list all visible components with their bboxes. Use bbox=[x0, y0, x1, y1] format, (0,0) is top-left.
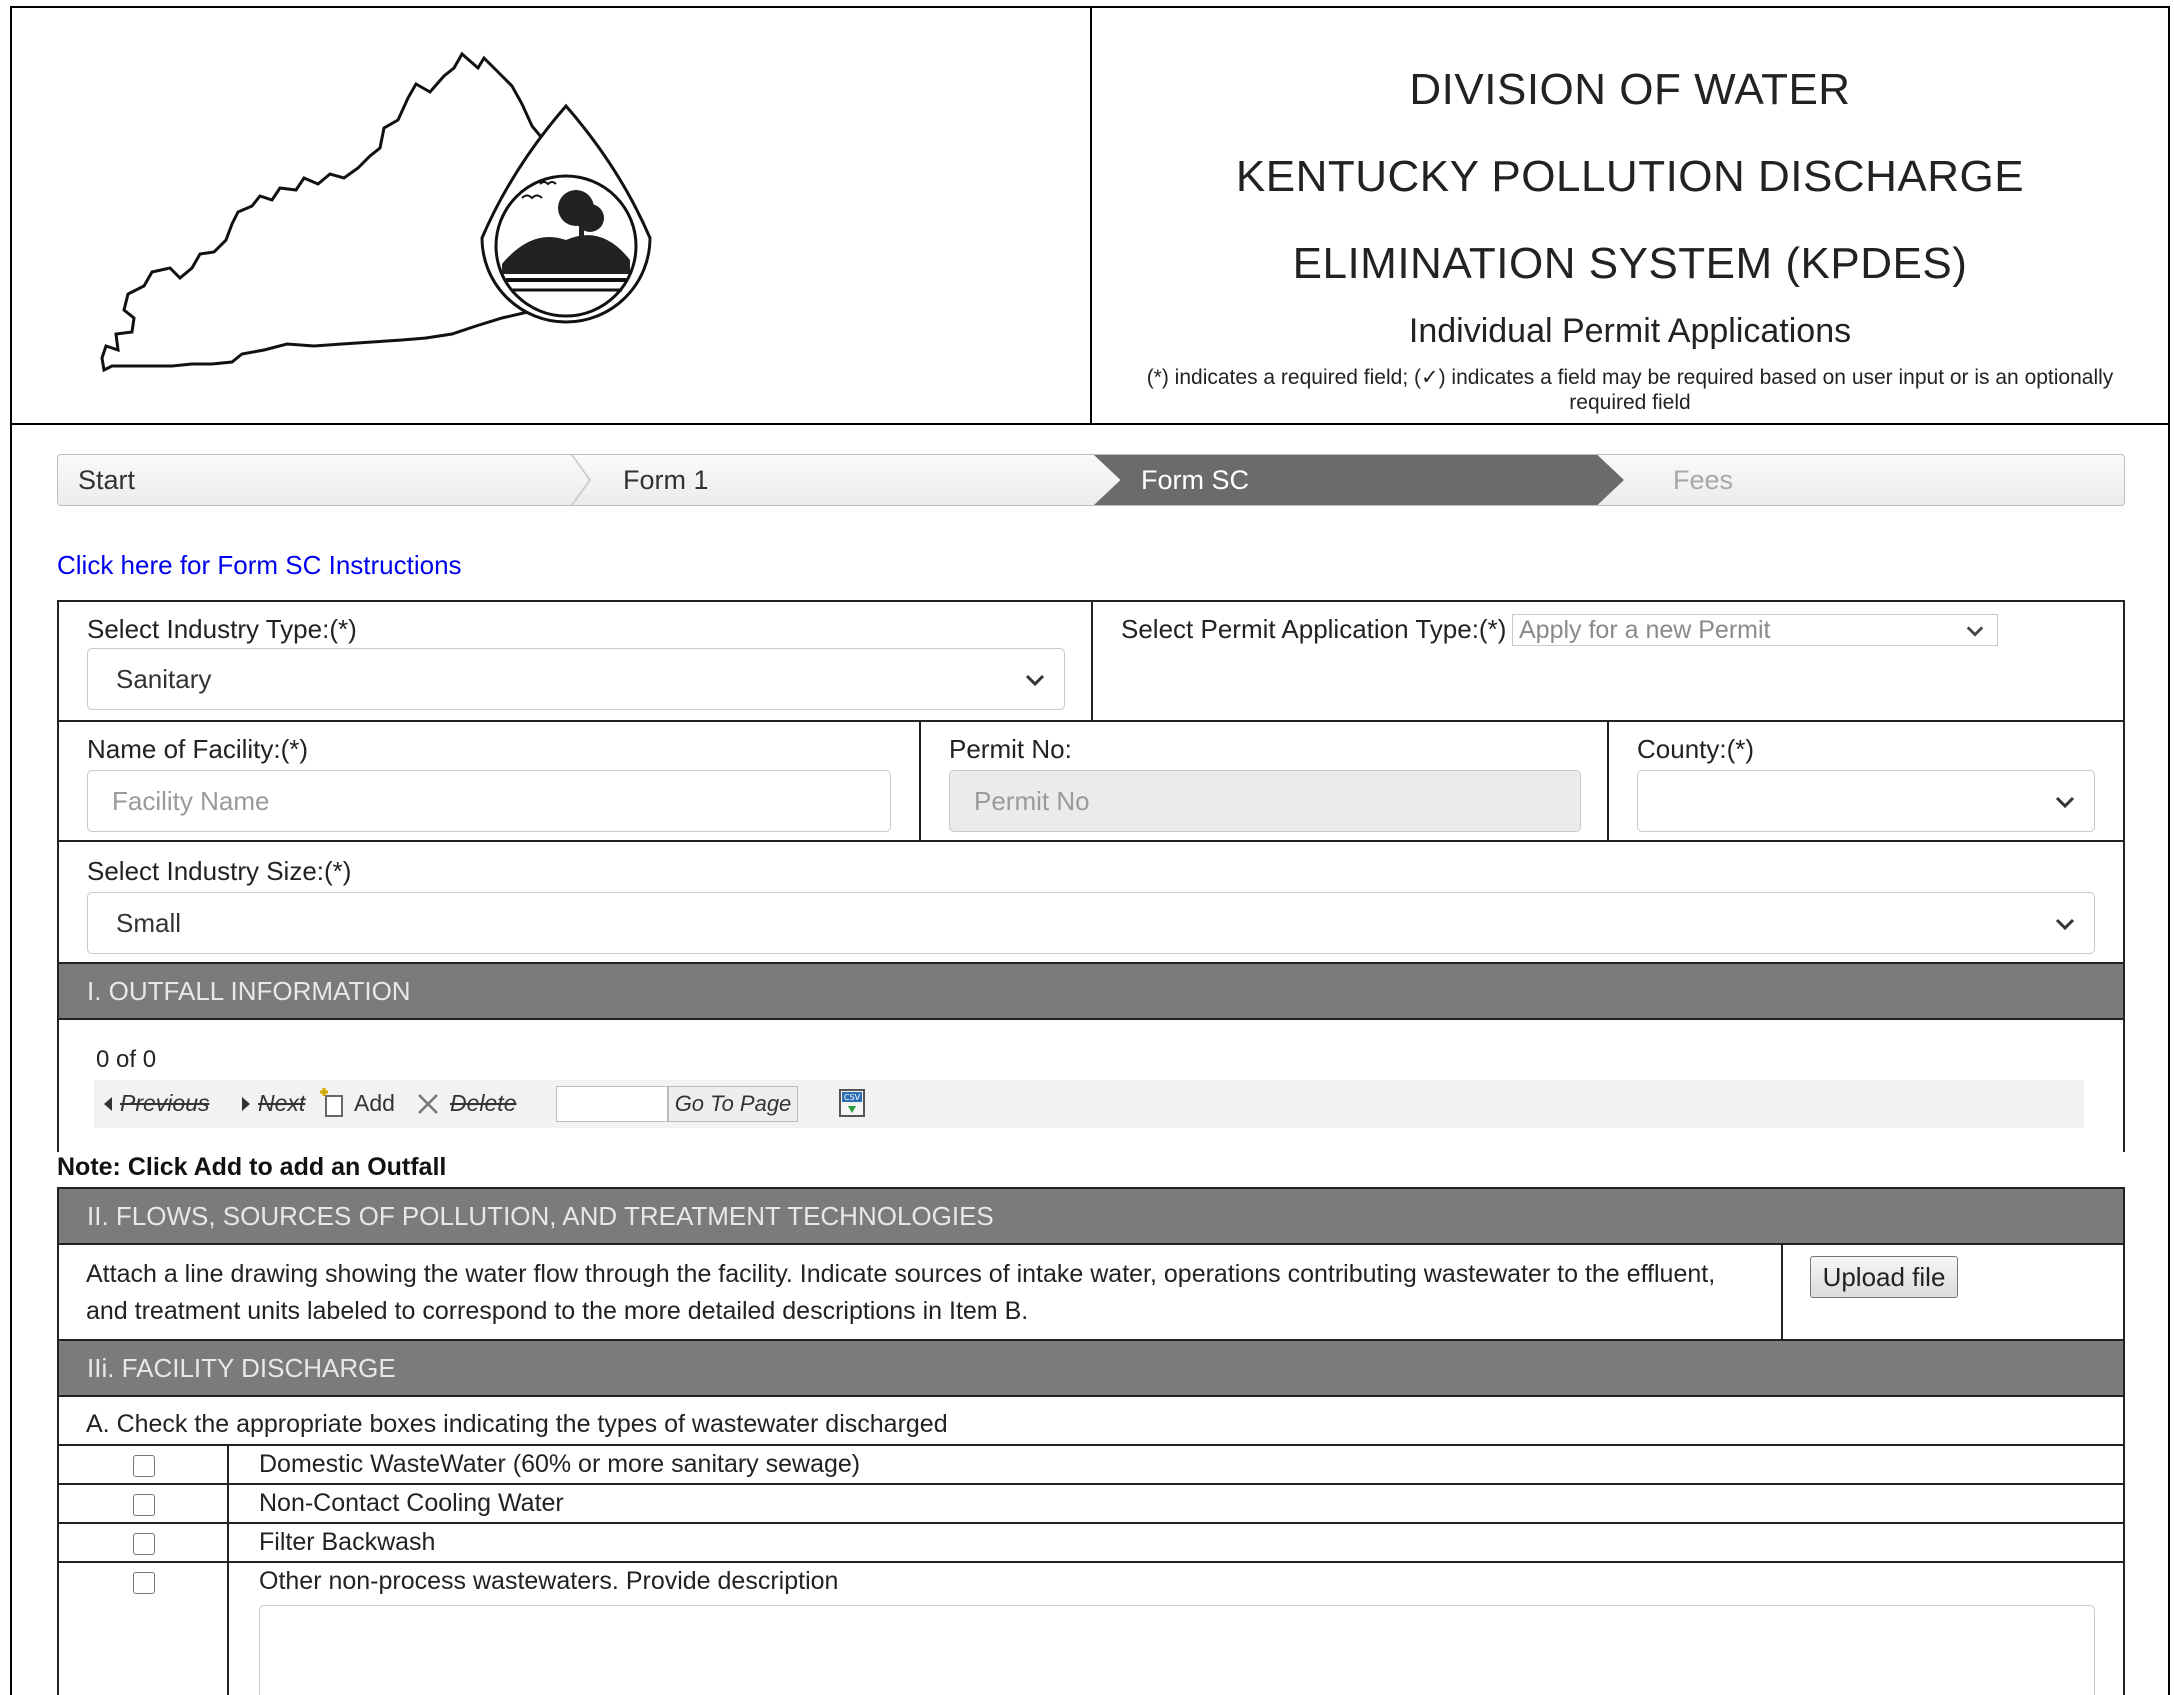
permit-app-type-value: Apply for a new Permit bbox=[1519, 616, 1771, 644]
go-to-page-input[interactable] bbox=[556, 1086, 668, 1122]
county-select[interactable] bbox=[1637, 770, 2095, 832]
delete-x-icon bbox=[418, 1094, 438, 1114]
add-record-icon bbox=[320, 1088, 343, 1117]
page-frame-left bbox=[10, 425, 12, 1695]
section-facility-discharge-header: IIi. FACILITY DISCHARGE bbox=[57, 1339, 2125, 1397]
page-header: DIVISION OF WATER KENTUCKY POLLUTION DIS… bbox=[10, 6, 2170, 425]
industry-type-cell: Select Industry Type:(*) Sanitary bbox=[57, 600, 1093, 722]
flows-divider bbox=[1781, 1243, 1783, 1339]
filter-backwash-checkbox[interactable] bbox=[133, 1533, 155, 1555]
industry-size-label: Select Industry Size:(*) bbox=[87, 856, 352, 886]
industry-type-value: Sanitary bbox=[116, 664, 212, 694]
industry-size-value: Small bbox=[116, 908, 182, 938]
kentucky-division-of-water-logo bbox=[100, 51, 652, 373]
chevron-down-icon bbox=[1966, 626, 1984, 637]
permit-no-cell: Permit No: Permit No bbox=[919, 720, 1609, 842]
industry-size-select[interactable]: Small bbox=[87, 892, 2095, 954]
add-button[interactable]: Add bbox=[354, 1090, 395, 1117]
chevron-down-icon bbox=[2055, 796, 2075, 809]
program-title-line1: KENTUCKY POLLUTION DISCHARGE bbox=[1235, 152, 2025, 201]
next-arrow-icon bbox=[242, 1097, 250, 1111]
table-row: Domestic WasteWater (60% or more sanitar… bbox=[57, 1446, 2125, 1485]
discharge-instruction: A. Check the appropriate boxes indicatin… bbox=[86, 1410, 948, 1438]
section-flows-header: II. FLOWS, SOURCES OF POLLUTION, AND TRE… bbox=[57, 1187, 2125, 1245]
previous-arrow-icon bbox=[104, 1097, 112, 1111]
outfall-grid-toolbar: Previous Next Add Delete Go To Page CSV bbox=[94, 1080, 2084, 1128]
title-cell: DIVISION OF WATER KENTUCKY POLLUTION DIS… bbox=[1092, 8, 2168, 423]
facility-name-cell: Name of Facility:(*) Facility Name bbox=[57, 720, 921, 842]
facility-name-label: Name of Facility:(*) bbox=[87, 734, 309, 764]
table-row: Filter Backwash bbox=[57, 1524, 2125, 1563]
county-label: County:(*) bbox=[1637, 734, 1755, 764]
permit-app-type-select[interactable]: Apply for a new Permit bbox=[1512, 614, 1998, 646]
form-sc-instructions-link[interactable]: Click here for Form SC Instructions bbox=[57, 550, 462, 581]
facility-name-input[interactable]: Facility Name bbox=[87, 770, 891, 832]
industry-size-cell: Select Industry Size:(*) Small bbox=[57, 840, 2125, 964]
checkbox-cell bbox=[57, 1524, 229, 1561]
wizard-step-form1[interactable]: Form 1 bbox=[578, 455, 1098, 505]
checkbox-cell bbox=[57, 1485, 229, 1522]
previous-button[interactable]: Previous bbox=[120, 1090, 209, 1117]
delete-button[interactable]: Delete bbox=[450, 1090, 516, 1117]
other-description-textarea[interactable] bbox=[259, 1605, 2095, 1695]
outfall-record-count: 0 of 0 bbox=[96, 1046, 157, 1073]
permit-no-label: Permit No: bbox=[949, 734, 1072, 764]
logo-cell bbox=[12, 8, 1092, 423]
checkbox-cell bbox=[57, 1446, 229, 1483]
csv-export-icon[interactable]: CSV bbox=[838, 1088, 866, 1118]
filter-backwash-label: Filter Backwash bbox=[259, 1528, 436, 1556]
county-cell: County:(*) bbox=[1607, 720, 2125, 842]
agency-title: DIVISION OF WATER bbox=[1409, 65, 1851, 114]
non-contact-cooling-label: Non-Contact Cooling Water bbox=[259, 1489, 564, 1517]
wizard-step-form-sc[interactable]: Form SC bbox=[1094, 455, 1624, 505]
wastewater-type-table: Domestic WasteWater (60% or more sanitar… bbox=[57, 1444, 2125, 1695]
chevron-down-icon bbox=[1025, 674, 1045, 687]
permit-no-input: Permit No bbox=[949, 770, 1581, 832]
permit-app-type-label: Select Permit Application Type:(*) bbox=[1121, 614, 1507, 644]
non-contact-cooling-checkbox[interactable] bbox=[133, 1494, 155, 1516]
table-row: Non-Contact Cooling Water bbox=[57, 1485, 2125, 1524]
chevron-down-icon bbox=[2055, 918, 2075, 931]
page-frame-right bbox=[2168, 425, 2170, 1695]
other-non-process-checkbox[interactable] bbox=[133, 1572, 155, 1594]
required-field-note: (*) indicates a required field; (✓) indi… bbox=[1146, 366, 2114, 414]
domestic-wastewater-checkbox[interactable] bbox=[133, 1455, 155, 1477]
flows-description: Attach a line drawing showing the water … bbox=[86, 1260, 1716, 1325]
page-subtitle: Individual Permit Applications bbox=[1408, 312, 1852, 350]
go-to-page-button[interactable]: Go To Page bbox=[668, 1086, 798, 1122]
next-button[interactable]: Next bbox=[258, 1090, 305, 1117]
upload-file-button[interactable]: Upload file bbox=[1810, 1256, 1958, 1298]
wizard-step-start[interactable]: Start bbox=[58, 455, 578, 505]
industry-type-label: Select Industry Type:(*) bbox=[87, 614, 357, 644]
domestic-wastewater-label: Domestic WasteWater (60% or more sanitar… bbox=[259, 1450, 861, 1478]
table-row: Other non-process wastewaters. Provide d… bbox=[57, 1563, 2125, 1695]
svg-text:CSV: CSV bbox=[844, 1093, 861, 1102]
outfall-add-note: Note: Click Add to add an Outfall bbox=[57, 1153, 447, 1181]
section-outfall-header: I. OUTFALL INFORMATION bbox=[57, 962, 2125, 1020]
wizard-step-fees: Fees bbox=[1673, 465, 1734, 495]
form-wizard-steps: Start Form 1 Form SC Fees bbox=[57, 454, 2125, 506]
industry-type-select[interactable]: Sanitary bbox=[87, 648, 1065, 710]
program-title-line2: ELIMINATION SYSTEM (KPDES) bbox=[1292, 239, 1968, 288]
other-non-process-label: Other non-process wastewaters. Provide d… bbox=[259, 1567, 839, 1595]
checkbox-cell bbox=[57, 1563, 229, 1695]
